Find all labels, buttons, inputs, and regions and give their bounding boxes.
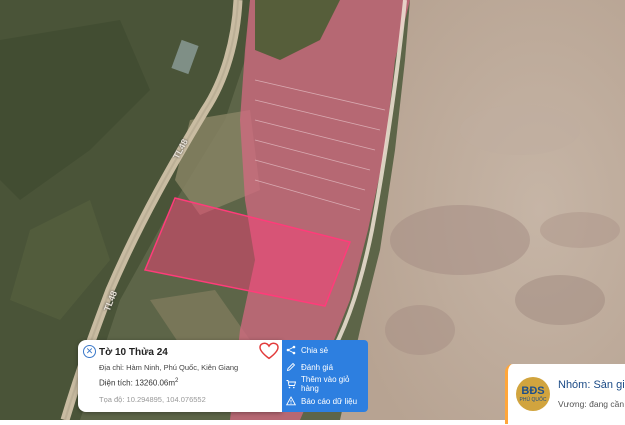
group-status: Vương: đang cần bbox=[558, 399, 625, 409]
cart-icon bbox=[286, 380, 296, 389]
report-data-label: Báo cáo dữ liệu bbox=[301, 396, 358, 406]
close-icon[interactable]: ✕ bbox=[83, 345, 96, 358]
add-to-cart-menu-item[interactable]: Thêm vào giỏ hàng bbox=[286, 375, 368, 393]
share-menu-item[interactable]: Chia sẻ bbox=[286, 342, 368, 358]
group-promo-banner[interactable]: BĐS PHÚ QUỐC Nhóm: Sàn gia Vương: đang c… bbox=[505, 364, 625, 424]
share-icon bbox=[286, 345, 296, 355]
group-name: Nhóm: Sàn gia bbox=[558, 379, 625, 391]
parcel-coordinates: Tọa độ: 10.294895, 104.076552 bbox=[99, 395, 206, 404]
report-data-menu-item[interactable]: Báo cáo dữ liệu bbox=[286, 393, 368, 409]
parcel-info-card: ✕ Tờ 10 Thửa 24 Địa chỉ: Hàm Ninh, Phú Q… bbox=[78, 340, 282, 412]
parcel-area: Diện tích: 13260.06m2 bbox=[99, 378, 179, 388]
rate-menu-item[interactable]: Đánh giá bbox=[286, 359, 368, 375]
add-to-cart-label: Thêm vào giỏ hàng bbox=[301, 375, 350, 393]
parcel-title: Tờ 10 Thửa 24 bbox=[99, 347, 168, 358]
group-avatar-logo: BĐS PHÚ QUỐC bbox=[516, 377, 550, 411]
avatar-text: BĐS bbox=[521, 384, 545, 397]
warning-icon bbox=[286, 396, 296, 406]
pencil-icon bbox=[286, 362, 296, 372]
avatar-subtext: PHÚ QUỐC bbox=[519, 396, 547, 403]
parcel-address: Địa chỉ: Hàm Ninh, Phú Quốc, Kiên Giang bbox=[99, 363, 239, 372]
heart-icon[interactable] bbox=[259, 342, 279, 360]
share-label: Chia sẻ bbox=[301, 345, 329, 355]
parcel-action-menu: Chia sẻ Đánh giá Thêm vào giỏ hàng Báo c… bbox=[282, 340, 368, 412]
rate-label: Đánh giá bbox=[301, 362, 334, 372]
